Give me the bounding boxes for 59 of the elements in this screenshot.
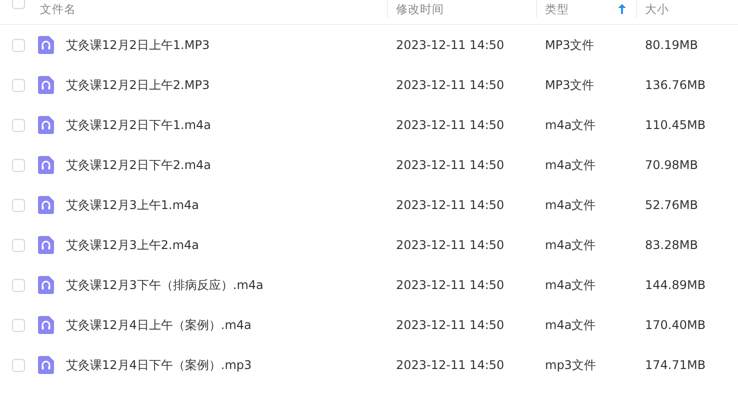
file-size: 83.28MB	[645, 238, 698, 252]
row-checkbox[interactable]	[12, 78, 24, 92]
file-name[interactable]: 艾灸课12月2日下午1.m4a	[66, 116, 212, 134]
column-header[interactable]: 修改时间	[396, 2, 444, 16]
audio-file-icon	[38, 356, 54, 374]
row-checkbox[interactable]	[12, 158, 24, 172]
audio-file-icon	[38, 156, 54, 174]
file-name[interactable]: 艾灸课12月2日下午2.m4a	[66, 156, 212, 174]
modified-time: 2023-12-11 14:50	[396, 158, 504, 172]
modified-time: 2023-12-11 14:50	[396, 318, 504, 332]
file-size: 174.71MB	[645, 358, 706, 372]
file-type: m4a文件	[545, 158, 596, 172]
file-type: m4a文件	[545, 278, 596, 292]
audio-file-icon	[38, 36, 54, 54]
file-type: m4a文件	[545, 318, 596, 332]
row-checkbox[interactable]	[12, 238, 24, 252]
column-header[interactable]: 类型	[545, 2, 569, 16]
column-header[interactable]: 文件名	[40, 2, 76, 16]
column-header[interactable]: 大小	[645, 2, 669, 16]
file-type: m4a文件	[545, 118, 596, 132]
row-checkbox[interactable]	[12, 278, 24, 292]
audio-file-icon	[38, 116, 54, 134]
file-type: MP3文件	[545, 78, 594, 92]
modified-time: 2023-12-11 14:50	[396, 238, 504, 252]
row-checkbox[interactable]	[12, 318, 24, 332]
sort-arrow-icon[interactable]	[618, 4, 626, 14]
modified-time: 2023-12-11 14:50	[396, 198, 504, 212]
file-name[interactable]: 艾灸课12月2日上午2.MP3	[66, 76, 210, 94]
audio-file-icon	[38, 196, 54, 214]
file-size: 144.89MB	[645, 278, 706, 292]
file-name[interactable]: 艾灸课12月4日上午（案例）.m4a	[66, 316, 252, 334]
file-size: 80.19MB	[645, 38, 698, 52]
modified-time: 2023-12-11 14:50	[396, 78, 504, 92]
file-type: MP3文件	[545, 38, 594, 52]
row-checkbox[interactable]	[12, 358, 24, 372]
file-name[interactable]: 艾灸课12月3下午（排病反应）.m4a	[66, 276, 264, 294]
file-size: 136.76MB	[645, 78, 706, 92]
modified-time: 2023-12-11 14:50	[396, 278, 504, 292]
file-name[interactable]: 艾灸课12月4日下午（案例）.mp3	[66, 356, 252, 374]
audio-file-icon	[38, 316, 54, 334]
file-type: mp3文件	[545, 358, 596, 372]
modified-time: 2023-12-11 14:50	[396, 118, 504, 132]
row-checkbox[interactable]	[12, 118, 24, 132]
row-checkbox[interactable]	[12, 38, 24, 52]
file-name[interactable]: 艾灸课12月3上午1.m4a	[66, 196, 200, 214]
file-size: 170.40MB	[645, 318, 706, 332]
audio-file-icon	[38, 236, 54, 254]
file-size: 110.45MB	[645, 118, 706, 132]
file-type: m4a文件	[545, 198, 596, 212]
file-size: 52.76MB	[645, 198, 698, 212]
modified-time: 2023-12-11 14:50	[396, 38, 504, 52]
audio-file-icon	[38, 276, 54, 294]
file-name[interactable]: 艾灸课12月2日上午1.MP3	[66, 36, 210, 54]
file-type: m4a文件	[545, 238, 596, 252]
audio-file-icon	[38, 76, 54, 94]
row-checkbox[interactable]	[12, 198, 24, 212]
file-name[interactable]: 艾灸课12月3上午2.m4a	[66, 236, 200, 254]
file-size: 70.98MB	[645, 158, 698, 172]
modified-time: 2023-12-11 14:50	[396, 358, 504, 372]
